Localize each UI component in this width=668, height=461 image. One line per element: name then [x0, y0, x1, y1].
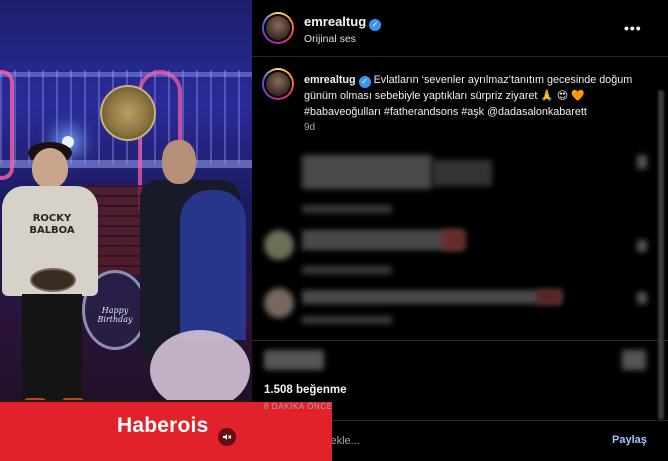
verified-badge-icon: ✓ [369, 19, 382, 31]
header-divider [252, 56, 668, 57]
blurred-meta [302, 316, 392, 324]
caption-username[interactable]: emrealtug [304, 74, 356, 86]
reel-video[interactable]: Happy Birthday ROCKY BALBOA [0, 0, 252, 461]
blurred-like [637, 240, 647, 252]
blurred-avatar [264, 288, 294, 318]
more-options-icon[interactable]: ••• [624, 20, 642, 36]
mute-icon[interactable] [218, 428, 236, 446]
blurred-comment [432, 160, 492, 186]
birthday-cake [30, 268, 76, 292]
blurred-comment [302, 230, 462, 250]
blurred-comment [442, 230, 466, 250]
header-avatar[interactable] [262, 12, 294, 44]
stage-logo [100, 85, 156, 141]
time-ago: 8 DAKİKA ÖNCE [264, 402, 333, 411]
blurred-comment [302, 290, 562, 304]
audio-label[interactable]: Orijinal ses [304, 33, 356, 45]
audience-head [150, 330, 250, 410]
post-caption: emrealtug ✓ Evlatların ‘sevenler ayrılmaz… [304, 72, 644, 120]
blurred-like [637, 292, 647, 304]
post-panel: emrealtug ✓ Orijinal ses ••• emrealtug ✓ E… [252, 0, 668, 461]
blurred-meta [302, 205, 392, 213]
blurred-comment [302, 155, 432, 189]
like-count[interactable]: 1.508 beğenme [264, 384, 346, 396]
comment-input[interactable] [296, 431, 596, 451]
blurred-save [622, 350, 646, 370]
share-button[interactable]: Paylaş [612, 434, 647, 446]
caption-avatar[interactable] [262, 68, 294, 100]
blurred-avatar [264, 230, 294, 260]
watermark-brand: Haberois [117, 414, 209, 437]
shirt-print: ROCKY BALBOA [29, 213, 75, 236]
actions-divider [252, 340, 668, 341]
blurred-comment [537, 290, 561, 304]
header-username[interactable]: emrealtug ✓ [304, 14, 382, 31]
verified-badge-icon: ✓ [358, 76, 371, 88]
post-time: 9d [304, 122, 316, 133]
scrollbar[interactable] [658, 90, 664, 420]
blurred-like [637, 155, 647, 169]
blurred-actions [264, 350, 324, 370]
blurred-meta [302, 266, 392, 274]
